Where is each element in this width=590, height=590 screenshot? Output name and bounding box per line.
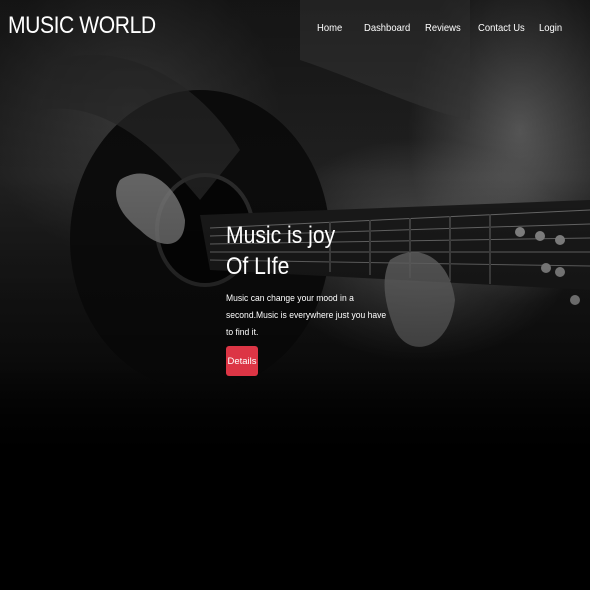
navbar: MUSIC WORLD Home Dashboard Reviews Conta… bbox=[0, 0, 590, 58]
nav-link-contact-us[interactable]: Contact Us bbox=[478, 22, 525, 34]
hero-description: Music can change your mood in a second.M… bbox=[226, 293, 387, 338]
hero-title-line-2: Of LIfe bbox=[226, 253, 290, 280]
nav-links: Home Dashboard Reviews Contact Us Login bbox=[0, 22, 590, 38]
details-button[interactable]: Details bbox=[226, 346, 258, 376]
nav-link-dashboard[interactable]: Dashboard bbox=[364, 22, 410, 34]
nav-link-login[interactable]: Login bbox=[539, 22, 562, 34]
hero-title-line-1: Music is joy bbox=[226, 222, 336, 249]
nav-link-home[interactable]: Home bbox=[317, 22, 342, 34]
nav-link-reviews[interactable]: Reviews bbox=[425, 22, 461, 34]
hero-title: Music is joy Of LIfe bbox=[226, 220, 384, 282]
hero-content: Music is joy Of LIfe Music can change yo… bbox=[226, 220, 406, 376]
